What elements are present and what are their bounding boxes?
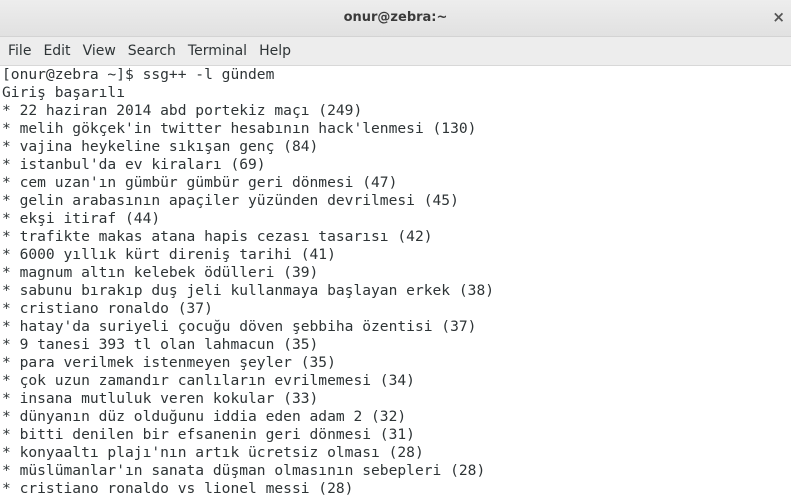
- window-title: onur@zebra:~: [343, 10, 448, 25]
- output-line: * sabunu bırakıp duş jeli kullanmaya baş…: [2, 282, 495, 299]
- menu-terminal[interactable]: Terminal: [182, 43, 253, 59]
- output-line: * bitti denilen bir efsanenin geri dönme…: [2, 426, 415, 443]
- output-line: * 9 tanesi 393 tl olan lahmacun (35): [2, 336, 319, 353]
- output-line: * 6000 yıllık kürt direniş tarihi (41): [2, 246, 336, 263]
- output-line: * magnum altın kelebek ödülleri (39): [2, 264, 319, 281]
- output-line: * gelin arabasının apaçiler yüzünden dev…: [2, 192, 459, 209]
- output-line: * vajina heykeline sıkışan genç (84): [2, 138, 319, 155]
- output-line: * trafikte makas atana hapis cezası tasa…: [2, 228, 433, 245]
- terminal-output[interactable]: [onur@zebra ~]$ ssg++ -l gündem Giriş ba…: [0, 66, 791, 504]
- menu-bar: File Edit View Search Terminal Help: [0, 37, 791, 66]
- output-line: Giriş başarılı: [2, 84, 126, 101]
- output-line: * ekşi itiraf (44): [2, 210, 161, 227]
- menu-view[interactable]: View: [77, 43, 122, 59]
- output-line: * melih gökçek'in twitter hesabının hack…: [2, 120, 477, 137]
- output-line: * 22 haziran 2014 abd portekiz maçı (249…: [2, 102, 363, 119]
- menu-file[interactable]: File: [2, 43, 37, 59]
- close-icon[interactable]: ×: [772, 8, 785, 26]
- output-line: * cristiano ronaldo (37): [2, 300, 213, 317]
- output-line: * hatay'da suriyeli çocuğu döven şebbiha…: [2, 318, 477, 335]
- output-line: * cem uzan'ın gümbür gümbür geri dönmesi…: [2, 174, 398, 191]
- menu-help[interactable]: Help: [253, 43, 297, 59]
- output-line: * para verilmek istenmeyen şeyler (35): [2, 354, 336, 371]
- output-line: * çok uzun zamandır canlıların evrilmeme…: [2, 372, 415, 389]
- terminal-window: onur@zebra:~ × File Edit View Search Ter…: [0, 0, 791, 504]
- output-line: * konyaaltı plajı'nın artık ücretsiz olm…: [2, 444, 424, 461]
- output-line: * cristiano ronaldo vs lionel messi (28): [2, 480, 354, 497]
- output-line: * dünyanın düz olduğunu iddia eden adam …: [2, 408, 407, 425]
- menu-edit[interactable]: Edit: [37, 43, 76, 59]
- output-line: * istanbul'da ev kiraları (69): [2, 156, 266, 173]
- prompt-line: [onur@zebra ~]$ ssg++ -l gündem: [2, 66, 275, 83]
- title-bar[interactable]: onur@zebra:~ ×: [0, 0, 791, 37]
- output-line: * insana mutluluk veren kokular (33): [2, 390, 319, 407]
- output-line: * müslümanlar'ın sanata düşman olmasının…: [2, 462, 486, 479]
- menu-search[interactable]: Search: [122, 43, 182, 59]
